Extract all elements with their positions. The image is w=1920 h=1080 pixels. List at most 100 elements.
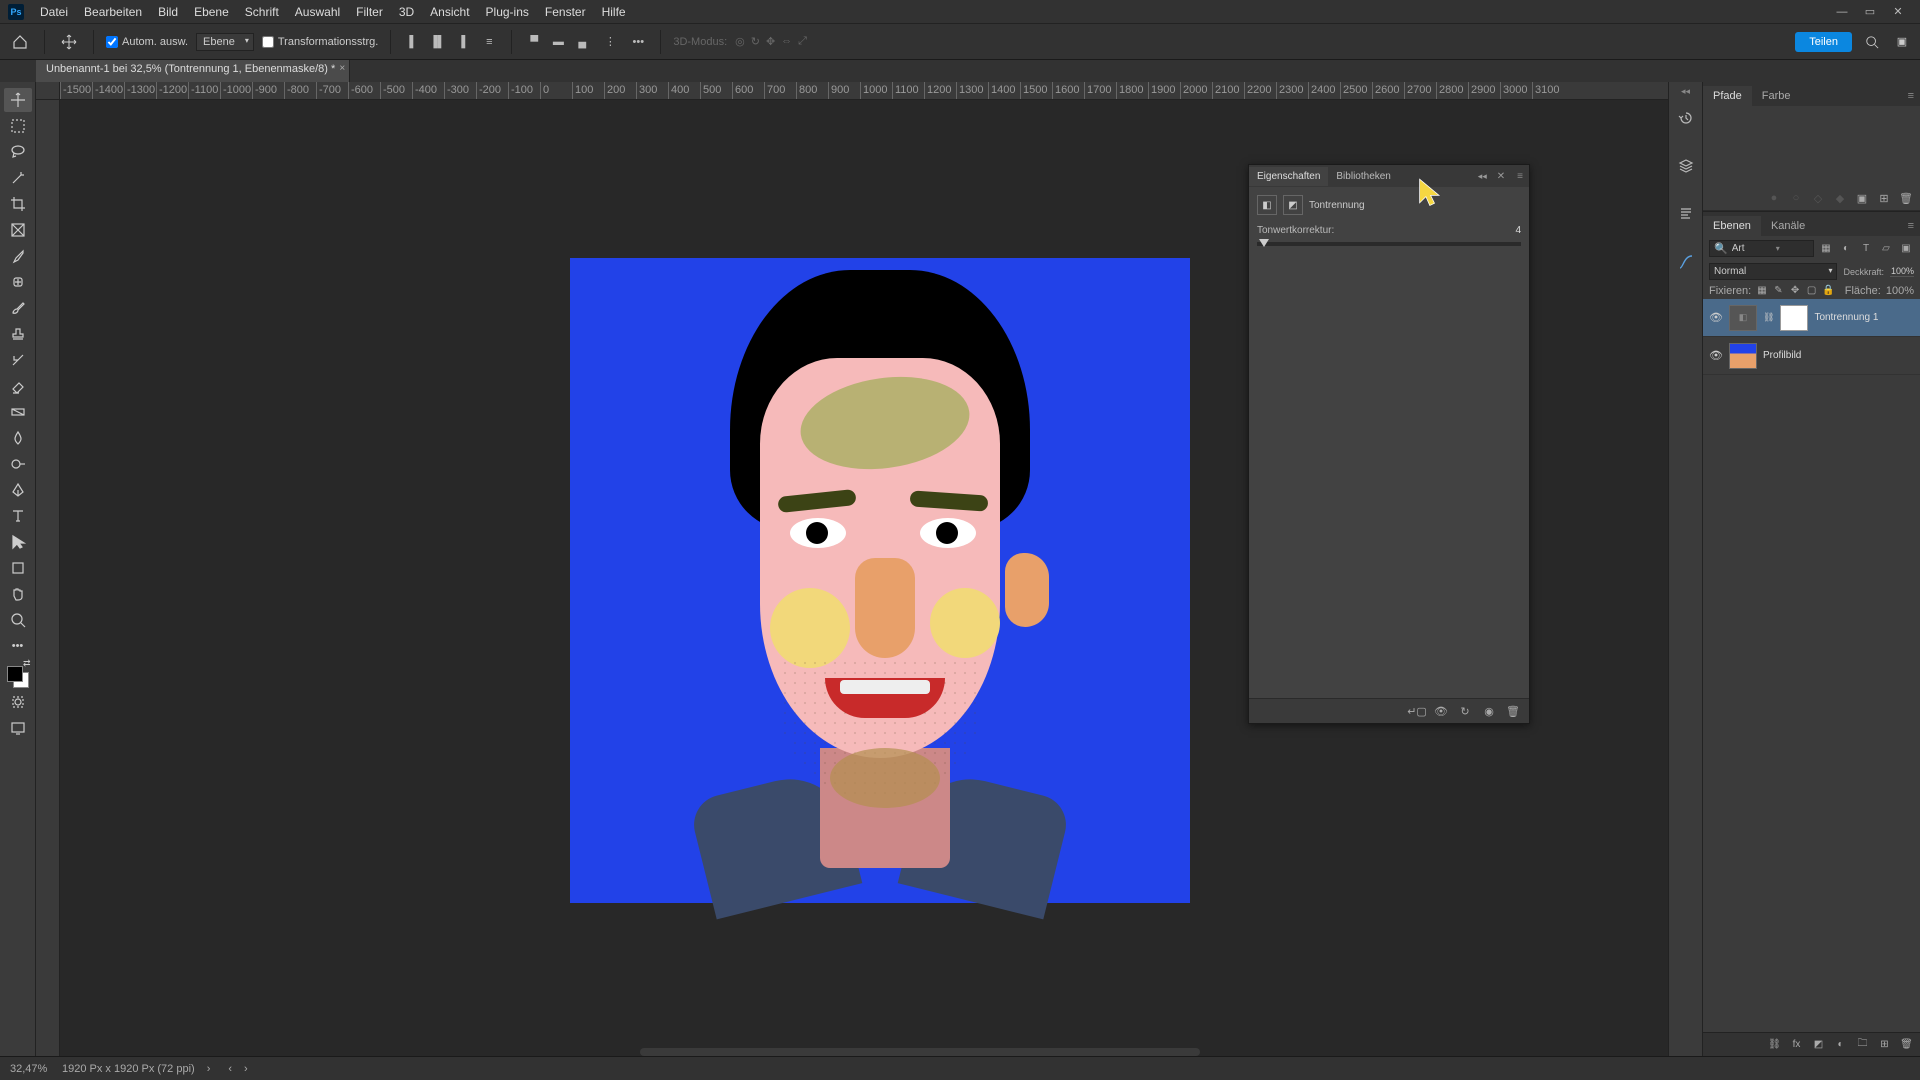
home-button[interactable] [8,30,32,54]
paths-panel-content[interactable] [1703,106,1920,186]
align-top-icon[interactable]: ▀ [524,32,544,52]
mask-type-icon[interactable]: ◩ [1283,195,1303,215]
status-chevron-icon[interactable]: › [207,1063,211,1075]
view-previous-icon[interactable]: ◉ [1481,703,1497,719]
path-to-selection-icon[interactable]: ◇ [1810,190,1826,206]
toggle-visibility-icon[interactable]: 👁 [1433,703,1449,719]
panel-close-icon[interactable]: ✕ [1491,171,1511,182]
move-tool-icon[interactable] [57,30,81,54]
adjustment-type-icon[interactable]: ◧ [1257,195,1277,215]
curves-panel-icon[interactable] [1673,249,1699,275]
layer-thumb[interactable] [1729,343,1757,369]
status-next-icon[interactable]: › [244,1063,248,1075]
menu-view[interactable]: Ansicht [422,5,477,19]
menu-edit[interactable]: Bearbeiten [76,5,150,19]
screen-mode-icon[interactable] [4,716,32,740]
delete-adjustment-icon[interactable]: 🗑 [1505,703,1521,719]
history-brush-tool[interactable] [4,348,32,372]
layer-row-pixel[interactable]: 👁 Profilbild [1703,337,1920,375]
layers-panel-menu-icon[interactable]: ≡ [1902,216,1920,236]
dodge-tool[interactable] [4,452,32,476]
gradient-tool[interactable] [4,400,32,424]
lock-pixels-icon[interactable]: ✎ [1773,284,1785,297]
ruler-origin[interactable] [36,82,60,100]
levels-value[interactable]: 4 [1501,225,1521,236]
new-adjustment-icon[interactable]: ◐ [1833,1037,1848,1052]
document-tab[interactable]: Unbenannt-1 bei 32,5% (Tontrennung 1, Eb… [36,60,350,82]
quick-mask-icon[interactable] [4,690,32,714]
ruler-horizontal[interactable]: -1500-1400-1300-1200-1100-1000-900-800-7… [60,82,1680,100]
lock-transparent-icon[interactable]: ▦ [1756,284,1768,297]
history-panel-icon[interactable] [1673,105,1699,131]
status-prev-icon[interactable]: ‹ [228,1063,232,1075]
link-layers-icon[interactable]: ⛓ [1767,1037,1782,1052]
add-mask-icon[interactable]: ◩ [1811,1037,1826,1052]
properties-floating-panel[interactable]: Eigenschaften Bibliotheken ◂◂ ✕ ≡ ◧ ◩ To… [1248,164,1530,724]
filter-pixel-icon[interactable]: ▦ [1818,241,1834,257]
color-swatches[interactable]: ⇄ [7,666,29,688]
document-canvas[interactable] [570,258,1190,903]
layer-fx-icon[interactable]: fx [1789,1037,1804,1052]
menu-type[interactable]: Schrift [237,5,287,19]
slider-knob[interactable] [1259,239,1269,247]
menu-image[interactable]: Bild [150,5,186,19]
more-align-icon[interactable]: ••• [628,32,648,52]
delete-layer-icon[interactable]: 🗑 [1899,1037,1914,1052]
ruler-vertical[interactable] [36,100,60,1056]
new-layer-icon[interactable]: ⊞ [1877,1037,1892,1052]
tab-color[interactable]: Farbe [1752,86,1801,106]
levels-slider[interactable] [1257,242,1521,246]
zoom-level[interactable]: 32,47% [10,1063,50,1075]
menu-plugins[interactable]: Plug-ins [478,5,537,19]
reset-adjustment-icon[interactable]: ↻ [1457,703,1473,719]
transform-controls-checkbox[interactable]: Transformationsstrg. [262,36,378,48]
filter-shape-icon[interactable]: ▱ [1878,241,1894,257]
fill-path-icon[interactable]: ● [1766,190,1782,206]
visibility-toggle-icon[interactable]: 👁 [1709,349,1723,362]
layer-name[interactable]: Tontrennung 1 [1814,312,1878,323]
distribute-h-icon[interactable]: ≡ [479,32,499,52]
tab-properties[interactable]: Eigenschaften [1249,167,1328,186]
brush-tool[interactable] [4,296,32,320]
add-mask-from-path-icon[interactable]: ▣ [1854,190,1870,206]
menu-window[interactable]: Fenster [537,5,594,19]
layer-link-icon[interactable]: ⛓ [1763,312,1774,323]
menu-layer[interactable]: Ebene [186,5,237,19]
distribute-v-icon[interactable]: ⋮ [600,32,620,52]
paragraph-panel-icon[interactable] [1673,201,1699,227]
tab-paths[interactable]: Pfade [1703,86,1752,106]
marquee-tool[interactable] [4,114,32,138]
menu-3d[interactable]: 3D [391,5,422,19]
delete-path-icon[interactable]: 🗑 [1898,190,1914,206]
menu-help[interactable]: Hilfe [594,5,634,19]
close-document-icon[interactable]: × [339,63,345,74]
filter-adjust-icon[interactable]: ◐ [1838,241,1854,257]
auto-select-target-dropdown[interactable]: Ebene [196,33,254,51]
window-restore[interactable]: ▭ [1858,3,1882,21]
crop-tool[interactable] [4,192,32,216]
menu-select[interactable]: Auswahl [287,5,348,19]
shape-tool[interactable] [4,556,32,580]
align-center-h-icon[interactable]: ▐▌ [427,32,447,52]
lock-all-icon[interactable]: 🔒 [1822,284,1834,297]
align-right-icon[interactable]: ▐ [451,32,471,52]
filter-type-icon[interactable]: T [1858,241,1874,257]
visibility-toggle-icon[interactable]: 👁 [1709,311,1723,324]
adjustment-thumb-icon[interactable]: ◧ [1729,305,1757,331]
stamp-tool[interactable] [4,322,32,346]
auto-select-checkbox[interactable]: Autom. ausw. [106,36,188,48]
canvas-scrollbar-horizontal[interactable] [640,1048,1200,1056]
fill-value[interactable]: 100% [1886,285,1914,297]
tab-layers[interactable]: Ebenen [1703,216,1761,236]
more-tools[interactable]: ••• [4,634,32,658]
eraser-tool[interactable] [4,374,32,398]
workspace-icon[interactable]: ▣ [1892,32,1912,52]
align-left-icon[interactable]: ▌ [403,32,423,52]
heal-tool[interactable] [4,270,32,294]
paths-panel-menu-icon[interactable]: ≡ [1902,86,1920,106]
layer-filter-dropdown[interactable]: 🔍 ▾ [1709,240,1814,257]
layers-list[interactable]: 👁 ◧ ⛓ Tontrennung 1 👁 Profilbild [1703,299,1920,1032]
layer-row-adjustment[interactable]: 👁 ◧ ⛓ Tontrennung 1 [1703,299,1920,337]
hand-tool[interactable] [4,582,32,606]
align-center-v-icon[interactable]: ▬ [548,32,568,52]
